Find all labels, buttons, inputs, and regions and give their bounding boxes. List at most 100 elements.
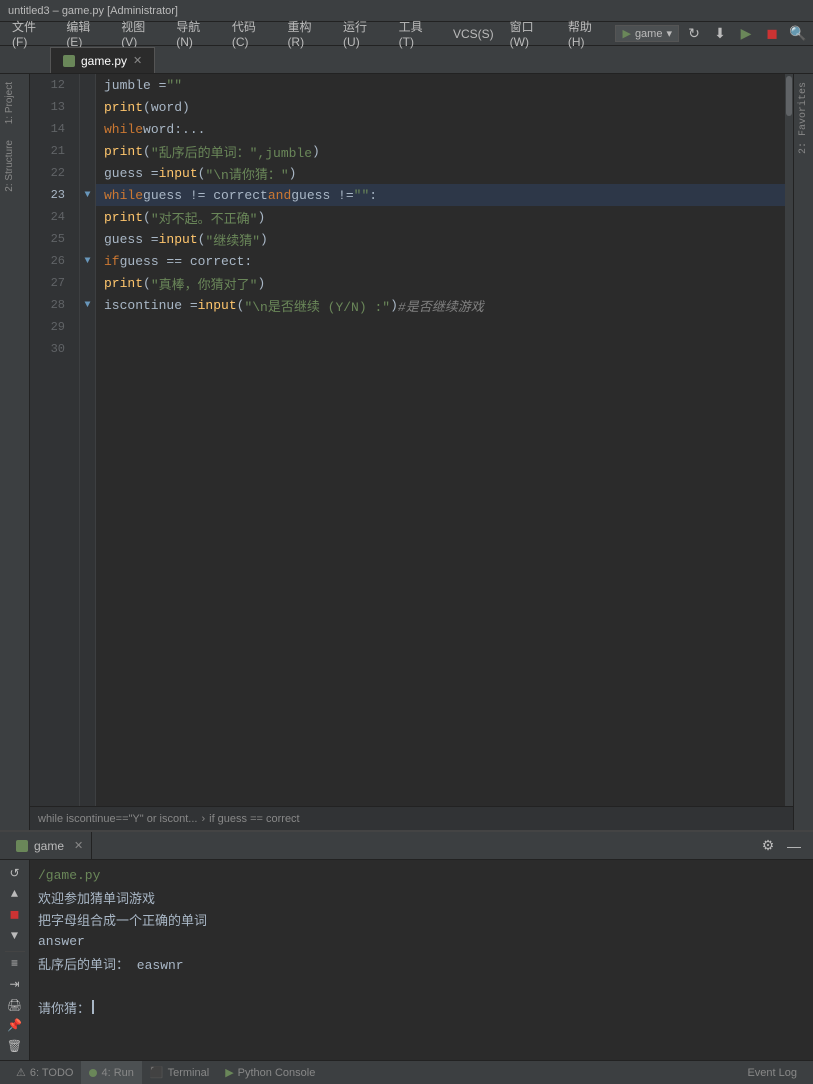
editor-scrollbar[interactable] (785, 74, 793, 806)
run-btn[interactable]: ▶ (735, 23, 757, 45)
menu-view[interactable]: 视图(V) (113, 16, 168, 51)
breadcrumb-part1[interactable]: while iscontinue=="Y" or iscont... (38, 813, 197, 825)
menu-vcs[interactable]: VCS(S) (445, 25, 502, 43)
gutter-29 (80, 316, 95, 338)
ln-26: 26 (30, 250, 71, 272)
code-line-12: jumble = "" (96, 74, 785, 96)
run-body: ↺ ▲ ◼ ▼ ≡ ⇥ 🖨 📌 🗑 /game.py 欢迎参加猜单词游戏 把字母… (0, 860, 813, 1060)
print-btn[interactable]: 🖨 (4, 996, 26, 1015)
indent-btn[interactable]: ⇥ (4, 975, 26, 994)
menu-help[interactable]: 帮助(H) (560, 16, 616, 51)
menu-edit[interactable]: 编辑(E) (58, 16, 113, 51)
code-line-23: while guess != correct and guess != "": (96, 184, 785, 206)
run-tab[interactable]: game ✕ (8, 832, 92, 859)
and-keyword-23: and (268, 188, 291, 203)
breadcrumb-part2[interactable]: if guess == correct (209, 813, 300, 825)
status-bar: ⚠ 6: TODO 4: Run ⬛ Terminal ▶ Python Con… (0, 1060, 813, 1084)
run-status-dot (89, 1069, 97, 1077)
trash-btn[interactable]: 🗑 (4, 1037, 26, 1056)
favorites-bar: 2: Favorites (793, 74, 813, 830)
gutter-28[interactable]: ▼ (80, 294, 95, 316)
menu-tools[interactable]: 工具(T) (391, 16, 445, 51)
tab-close-btn[interactable]: ✕ (133, 54, 142, 67)
code-text: input (159, 166, 198, 181)
menu-bar: 文件(F) 编辑(E) 视图(V) 导航(N) 代码(C) 重构(R) 运行(U… (0, 22, 813, 46)
run-close-btn[interactable]: — (783, 835, 805, 857)
gutter-30 (80, 338, 95, 360)
ln-29: 29 (30, 316, 71, 338)
gutter-24 (80, 206, 95, 228)
code-text: "乱序后的单词：",jumble (151, 142, 312, 161)
run-tab-label: game (34, 839, 64, 853)
while-keyword-23: while (104, 188, 143, 203)
code-line-28: iscontinue = input("\n是否继续 (Y/N) :") #是否… (96, 294, 785, 316)
menu-run[interactable]: 运行(U) (335, 16, 391, 51)
code-text: (word) (143, 100, 190, 115)
ln-12: 12 (30, 74, 71, 96)
status-tab-event-log[interactable]: Event Log (739, 1067, 805, 1079)
gutter-23[interactable]: ▼ (80, 184, 95, 206)
breadcrumb: while iscontinue=="Y" or iscont... › if … (30, 806, 793, 830)
editor-area: 12 13 14 21 22 23 24 25 26 27 28 29 30 (30, 74, 793, 830)
sidebar-tab-project[interactable]: 1: Project (0, 74, 29, 132)
stop-run-btn[interactable]: ◼ (4, 906, 26, 925)
code-text: "继续猜" (205, 230, 260, 249)
tab-game-py[interactable]: game.py ✕ (50, 47, 155, 73)
gutter-25 (80, 228, 95, 250)
menu-code[interactable]: 代码(C) (224, 16, 280, 51)
scrollbar-thumb[interactable] (786, 76, 792, 116)
gutter-27 (80, 272, 95, 294)
pin-btn[interactable]: 📌 (4, 1016, 26, 1035)
run-output-path: /game.py (38, 864, 805, 886)
code-text: ) (289, 166, 297, 181)
run-output-welcome: 欢迎参加猜单词游戏 (38, 886, 805, 908)
code-line-25: guess = input("继续猜") (96, 228, 785, 250)
run-label: 4: Run (101, 1067, 133, 1079)
menu-file[interactable]: 文件(F) (4, 16, 58, 51)
code-text: #是否继续游戏 (398, 296, 484, 315)
tab-label: game.py (81, 54, 127, 68)
run-tab-close[interactable]: ✕ (74, 839, 83, 852)
scroll-up-btn[interactable]: ▲ (4, 885, 26, 904)
code-line-24: print("对不起。不正确") (96, 206, 785, 228)
sidebar-tab-structure[interactable]: 2: Structure (0, 132, 29, 200)
scroll-down-btn[interactable]: ▼ (4, 926, 26, 945)
run-output[interactable]: /game.py 欢迎参加猜单词游戏 把字母组合成一个正确的单词 answer … (30, 860, 813, 1060)
refresh-btn[interactable]: ↻ (683, 23, 705, 45)
gutter-26[interactable]: ▼ (80, 250, 95, 272)
run-output-scrambled: 乱序后的单词： easwnr (38, 952, 805, 974)
code-text: input (159, 232, 198, 247)
while-keyword: while (104, 122, 143, 137)
wrap-btn[interactable]: ≡ (4, 954, 26, 973)
python-run-icon (16, 840, 28, 852)
run-settings-btn[interactable]: ⚙ (757, 835, 779, 857)
menu-nav[interactable]: 导航(N) (168, 16, 224, 51)
favorites-tab[interactable]: 2: Favorites (794, 74, 813, 162)
run-panel: game ✕ ⚙ — ↺ ▲ ◼ ▼ ≡ ⇥ 🖨 📌 🗑 /game.py 欢迎… (0, 830, 813, 1060)
editor-content[interactable]: 12 13 14 21 22 23 24 25 26 27 28 29 30 (30, 74, 793, 806)
run-answer-text: answer (38, 934, 85, 949)
code-text: ) (390, 298, 398, 313)
run-prompt-text: 请你猜： (38, 998, 90, 1017)
rerun-btn[interactable]: ↺ (4, 864, 26, 883)
code-text: ( (143, 144, 151, 159)
stop-btn[interactable]: ◼ (761, 23, 783, 45)
download-btn[interactable]: ⬇ (709, 23, 731, 45)
status-tab-run[interactable]: 4: Run (81, 1061, 141, 1084)
code-text: iscontinue = (104, 298, 198, 313)
status-tab-terminal[interactable]: ⬛ Terminal (142, 1061, 217, 1084)
code-text: ( (237, 298, 245, 313)
code-text: "" (166, 78, 182, 93)
code-text: print (104, 144, 143, 159)
menu-window[interactable]: 窗口(W) (502, 16, 560, 51)
code-text: ( (143, 276, 151, 291)
search-everywhere-btn[interactable]: 🔍 (787, 23, 809, 45)
python-file-icon (63, 55, 75, 67)
menu-refactor[interactable]: 重构(R) (279, 16, 335, 51)
ln-14: 14 (30, 118, 71, 140)
code-editor[interactable]: jumble = "" print(word) while word:... p… (96, 74, 785, 806)
status-tab-python-console[interactable]: ▶ Python Console (217, 1061, 323, 1084)
ln-24: 24 (30, 206, 71, 228)
run-config-selector[interactable]: ▶ game ▾ (615, 25, 679, 42)
status-tab-todo[interactable]: ⚠ 6: TODO (8, 1061, 81, 1084)
